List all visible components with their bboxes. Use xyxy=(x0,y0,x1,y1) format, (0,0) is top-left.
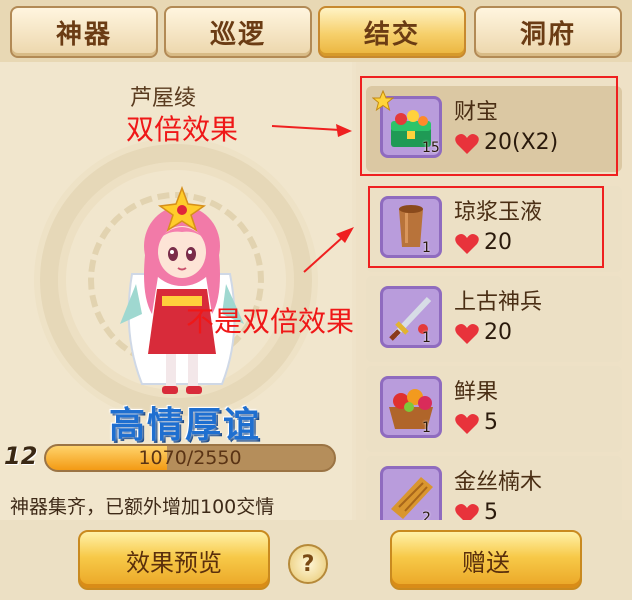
annotation-arrows xyxy=(271,124,354,273)
